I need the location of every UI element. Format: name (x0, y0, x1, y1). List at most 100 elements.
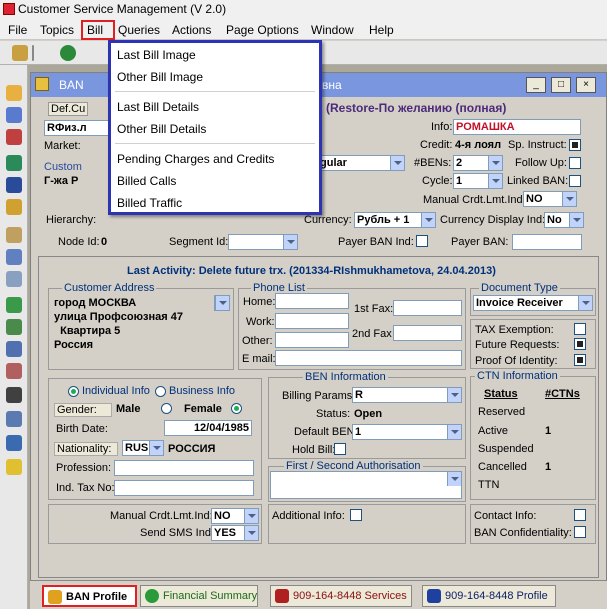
sp-instruct-checkbox[interactable] (569, 139, 581, 151)
individual-info-label[interactable]: Individual Info (82, 385, 150, 397)
tab-services[interactable]: 909-164-8448 Services (270, 585, 412, 607)
menu-actions[interactable]: Actions (172, 23, 211, 37)
calculator-icon[interactable] (6, 155, 22, 171)
chevron-down-icon[interactable] (244, 526, 258, 540)
window-icon[interactable] (6, 435, 22, 451)
default-ben-combo[interactable]: 1 (352, 424, 462, 440)
tool-icon[interactable] (12, 45, 28, 61)
additional-info-checkbox[interactable] (350, 509, 362, 521)
authorisation-combo[interactable] (270, 471, 462, 499)
individual-info-radio[interactable] (68, 386, 79, 397)
fax2-field[interactable] (393, 325, 462, 341)
key-icon[interactable] (6, 129, 22, 145)
folder-icon[interactable] (6, 85, 22, 101)
info-field[interactable]: РОМАШКА (453, 119, 581, 135)
menu-window[interactable]: Window (311, 23, 354, 37)
refresh-icon[interactable] (60, 45, 76, 61)
menu-file[interactable]: File (8, 23, 27, 37)
payer-ban-field[interactable] (512, 234, 582, 250)
chevron-down-icon[interactable] (149, 441, 163, 455)
document-icon[interactable] (6, 227, 22, 243)
payer-ban-ind-checkbox[interactable] (416, 235, 428, 247)
menu-item-other-bill-image[interactable]: Other Bill Image (117, 70, 203, 84)
proof-identity-checkbox[interactable] (574, 354, 586, 366)
edit-icon[interactable] (6, 363, 22, 379)
chevron-down-icon[interactable] (215, 296, 229, 310)
transfer-icon[interactable] (6, 249, 22, 265)
database-icon[interactable] (6, 411, 22, 427)
align-icon[interactable] (6, 341, 22, 357)
email-field[interactable] (275, 350, 462, 366)
menu-item-pending-charges[interactable]: Pending Charges and Credits (117, 152, 274, 166)
minimize-button[interactable]: _ (526, 77, 546, 93)
menu-item-billed-traffic[interactable]: Billed Traffic (117, 196, 182, 210)
chevron-down-icon[interactable] (244, 509, 258, 523)
chevron-down-icon[interactable] (578, 296, 592, 310)
future-requests-checkbox[interactable] (574, 338, 586, 350)
monitor-icon[interactable] (6, 177, 22, 193)
chevron-down-icon[interactable] (447, 388, 461, 402)
menu-item-last-bill-image[interactable]: Last Bill Image (117, 48, 196, 62)
menu-help[interactable]: Help (369, 23, 394, 37)
menu-item-last-bill-details[interactable]: Last Bill Details (117, 100, 199, 114)
document-type-combo[interactable]: Invoice Receiver (473, 295, 593, 311)
business-info-label[interactable]: Business Info (169, 385, 235, 397)
ban-confidentiality-checkbox[interactable] (574, 526, 586, 538)
chevron-down-icon[interactable] (283, 235, 297, 249)
birth-date-field[interactable]: 12/04/1985 (164, 420, 252, 436)
chevron-down-icon[interactable] (488, 174, 502, 188)
chevron-down-icon[interactable] (447, 472, 461, 486)
list-icon[interactable] (6, 271, 22, 287)
hold-bill-checkbox[interactable] (334, 443, 346, 455)
chevron-down-icon[interactable] (562, 192, 576, 206)
tab-ban-profile[interactable]: BAN Profile (42, 585, 137, 607)
menu-topics[interactable]: Topics (40, 23, 74, 37)
billing-params-combo[interactable]: R (352, 387, 462, 403)
profession-field[interactable] (114, 460, 254, 476)
currency-combo[interactable]: Рубль + 1 (354, 212, 436, 228)
linked-ban-checkbox[interactable] (569, 175, 581, 187)
close-button[interactable]: × (576, 77, 596, 93)
tax-no-field[interactable] (114, 480, 254, 496)
def-customer-tab[interactable]: Def.Cu (48, 102, 89, 116)
bens-combo[interactable]: 2 (453, 155, 503, 171)
other-field[interactable] (275, 332, 349, 348)
maximize-button[interactable]: □ (551, 77, 571, 93)
business-info-radio[interactable] (155, 386, 166, 397)
work-field[interactable] (275, 313, 349, 329)
cycle-combo[interactable]: 1 (453, 173, 503, 189)
phone-icon[interactable] (6, 199, 22, 215)
currency-display-combo[interactable]: No (544, 212, 584, 228)
male-radio[interactable] (161, 403, 172, 414)
chevron-down-icon[interactable] (488, 156, 502, 170)
menu-page-options[interactable]: Page Options (226, 23, 299, 37)
table-icon[interactable] (6, 319, 22, 335)
tax-exemption-checkbox[interactable] (574, 323, 586, 335)
follow-up-checkbox[interactable] (569, 157, 581, 169)
nationality-combo[interactable]: RUS (122, 440, 164, 456)
manual-crdt-combo[interactable]: NO (211, 508, 259, 524)
female-radio[interactable] (231, 403, 242, 414)
menu-item-billed-calls[interactable]: Billed Calls (117, 174, 176, 188)
chevron-down-icon[interactable] (447, 425, 461, 439)
home-field[interactable] (275, 293, 349, 309)
segment-id-combo[interactable] (228, 234, 298, 250)
tab-financial-summary[interactable]: Financial Summary (140, 585, 258, 607)
chevron-down-icon[interactable] (390, 156, 404, 170)
manual-crdt-combo-top[interactable]: NO (523, 191, 577, 207)
menu-queries[interactable]: Queries (118, 23, 160, 37)
regular-combo[interactable]: gular (317, 155, 405, 171)
address-dropdown[interactable] (214, 295, 230, 311)
name-field[interactable]: RФиз.л (44, 120, 109, 136)
tab-ctn-profile[interactable]: 909-164-8448 Profile (422, 585, 556, 607)
star-icon[interactable] (6, 459, 22, 475)
send-sms-combo[interactable]: YES (211, 525, 259, 541)
chevron-down-icon[interactable] (569, 213, 583, 227)
fax1-field[interactable] (393, 300, 462, 316)
contact-info-checkbox[interactable] (574, 509, 586, 521)
sheet-icon[interactable] (6, 297, 22, 313)
chevron-down-icon[interactable] (421, 213, 435, 227)
people-icon[interactable] (6, 107, 22, 123)
disk-icon[interactable] (6, 387, 22, 403)
menu-item-other-bill-details[interactable]: Other Bill Details (117, 122, 206, 136)
